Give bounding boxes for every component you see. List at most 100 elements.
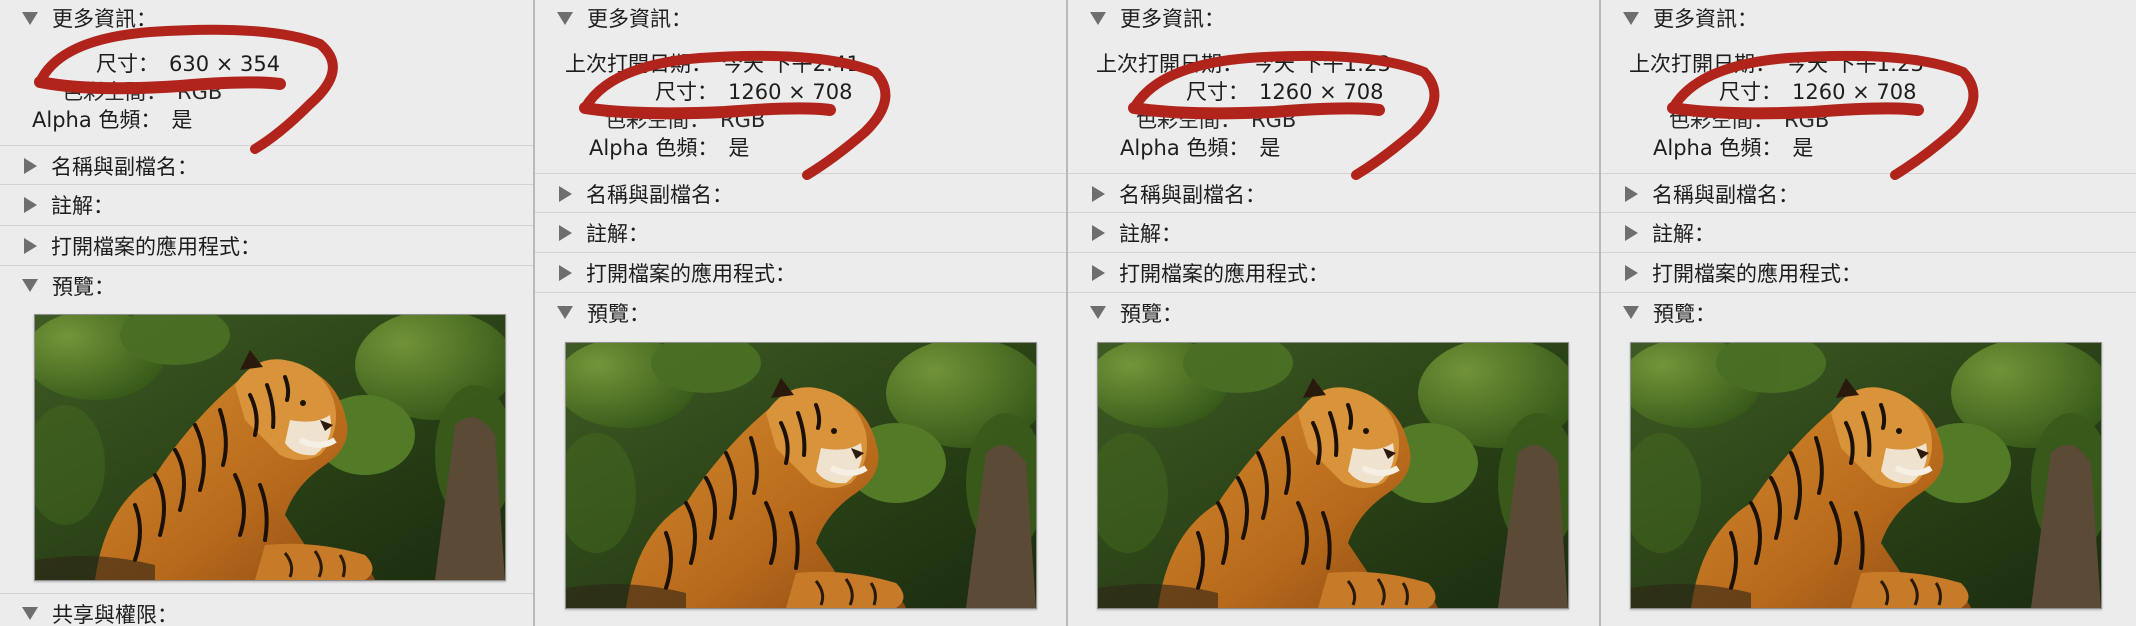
section-comments[interactable]: 註解： bbox=[1601, 212, 2136, 252]
alpha-value: 是 bbox=[1259, 136, 1281, 160]
last-opened-row: 上次打開日期： 今天 下午2:41 bbox=[565, 48, 860, 78]
dimensions-value: 1260 × 708 bbox=[728, 80, 853, 104]
alpha-row: Alpha 色頻： 是 bbox=[589, 132, 749, 162]
section-preview-label: 預覽： bbox=[1653, 301, 1716, 326]
disclosure-triangle-right-icon[interactable] bbox=[1625, 264, 1638, 281]
section-more-info[interactable]: 更多資訊： bbox=[0, 0, 534, 36]
section-open-with[interactable]: 打開檔案的應用程式： bbox=[1068, 252, 1600, 292]
disclosure-triangle-right-icon[interactable] bbox=[1625, 224, 1638, 241]
dimensions-key: 尺寸： bbox=[1719, 80, 1782, 104]
section-preview[interactable]: 預覽： bbox=[1601, 292, 2136, 332]
color-space-row: 色彩空間： RGB bbox=[1669, 104, 1829, 134]
disclosure-triangle-right-icon[interactable] bbox=[24, 237, 37, 254]
section-name-extension[interactable]: 名稱與副檔名： bbox=[535, 173, 1067, 213]
last-opened-row: 上次打開日期： 今天 下午1:23 bbox=[1629, 48, 1924, 78]
disclosure-triangle-down-icon[interactable] bbox=[1623, 11, 1639, 25]
disclosure-triangle-down-icon[interactable] bbox=[22, 279, 38, 292]
disclosure-triangle-right-icon[interactable] bbox=[1092, 224, 1105, 241]
last-opened-value: 今天 下午1:23 bbox=[1253, 52, 1391, 76]
color-space-row: 色彩空間： RGB bbox=[62, 76, 222, 106]
color-space-key: 色彩空間： bbox=[605, 108, 710, 132]
disclosure-triangle-right-icon[interactable] bbox=[1092, 264, 1105, 281]
disclosure-triangle-down-icon[interactable] bbox=[1090, 11, 1106, 25]
alpha-key: Alpha 色頻： bbox=[589, 136, 719, 160]
last-opened-value: 今天 下午2:41 bbox=[722, 52, 860, 76]
disclosure-triangle-down-icon[interactable] bbox=[1623, 306, 1639, 319]
section-preview[interactable]: 預覽： bbox=[0, 265, 534, 305]
section-name-extension[interactable]: 名稱與副檔名： bbox=[1068, 173, 1600, 213]
preview-image bbox=[1630, 342, 2102, 609]
dimensions-key: 尺寸： bbox=[655, 80, 718, 104]
last-opened-key: 上次打開日期： bbox=[1629, 52, 1776, 76]
color-space-key: 色彩空間： bbox=[62, 80, 167, 104]
section-open-with[interactable]: 打開檔案的應用程式： bbox=[535, 252, 1067, 292]
preview-image bbox=[34, 314, 506, 581]
section-more-info-label: 更多資訊： bbox=[1120, 7, 1225, 31]
dimensions-value: 1260 × 708 bbox=[1792, 80, 1917, 104]
last-opened-key: 上次打開日期： bbox=[1096, 52, 1243, 76]
info-panel-3: 更多資訊： 上次打開日期： 今天 下午1:23 尺寸： 1260 × 708 色彩空… bbox=[1068, 0, 1600, 626]
alpha-value: 是 bbox=[728, 136, 750, 160]
alpha-row: Alpha 色頻： 是 bbox=[32, 104, 192, 134]
dimensions-row: 尺寸： 1260 × 708 bbox=[1719, 76, 1916, 106]
section-open-with-label: 打開檔案的應用程式： bbox=[1652, 261, 1862, 286]
alpha-key: Alpha 色頻： bbox=[32, 108, 162, 132]
info-panel-2: 更多資訊： 上次打開日期： 今天 下午2:41 尺寸： 1260 × 708 色彩空… bbox=[535, 0, 1067, 626]
color-space-value: RGB bbox=[720, 108, 766, 132]
section-comments-label: 註解： bbox=[51, 193, 114, 218]
section-preview[interactable]: 預覽： bbox=[535, 292, 1067, 332]
alpha-row: Alpha 色頻： 是 bbox=[1120, 132, 1280, 162]
section-open-with-label: 打開檔案的應用程式： bbox=[51, 234, 261, 259]
preview-image bbox=[565, 342, 1037, 609]
section-sharing-permissions[interactable]: 共享與權限： bbox=[0, 593, 534, 626]
section-more-info[interactable]: 更多資訊： bbox=[535, 0, 1067, 36]
section-open-with[interactable]: 打開檔案的應用程式： bbox=[1601, 252, 2136, 292]
disclosure-triangle-down-icon[interactable] bbox=[22, 11, 38, 25]
section-more-info-label: 更多資訊： bbox=[1653, 7, 1758, 31]
disclosure-triangle-down-icon[interactable] bbox=[557, 306, 573, 319]
section-name-extension-label: 名稱與副檔名： bbox=[51, 154, 198, 179]
section-preview[interactable]: 預覽： bbox=[1068, 292, 1600, 332]
section-name-extension-label: 名稱與副檔名： bbox=[1652, 182, 1799, 207]
dimensions-value: 1260 × 708 bbox=[1259, 80, 1384, 104]
disclosure-triangle-down-icon[interactable] bbox=[22, 607, 38, 620]
alpha-value: 是 bbox=[171, 108, 193, 132]
section-comments[interactable]: 註解： bbox=[0, 184, 534, 224]
section-comments[interactable]: 註解： bbox=[535, 212, 1067, 252]
last-opened-value: 今天 下午1:23 bbox=[1786, 52, 1924, 76]
section-more-info-label: 更多資訊： bbox=[587, 7, 692, 31]
alpha-key: Alpha 色頻： bbox=[1653, 136, 1783, 160]
dimensions-row: 尺寸： 1260 × 708 bbox=[655, 76, 852, 106]
section-more-info-label: 更多資訊： bbox=[52, 7, 157, 31]
disclosure-triangle-right-icon[interactable] bbox=[1625, 185, 1638, 202]
disclosure-triangle-right-icon[interactable] bbox=[559, 264, 572, 281]
disclosure-triangle-right-icon[interactable] bbox=[559, 224, 572, 241]
finder-info-comparison-strip: 更多資訊： 尺寸： 630 × 354 色彩空間： RGB Alpha 色頻： 是 名… bbox=[0, 0, 2136, 626]
color-space-row: 色彩空間： RGB bbox=[605, 104, 765, 134]
section-comments-label: 註解： bbox=[586, 221, 649, 246]
section-open-with-label: 打開檔案的應用程式： bbox=[1119, 261, 1329, 286]
disclosure-triangle-right-icon[interactable] bbox=[24, 157, 37, 174]
disclosure-triangle-right-icon[interactable] bbox=[559, 185, 572, 202]
section-name-extension[interactable]: 名稱與副檔名： bbox=[1601, 173, 2136, 213]
last-opened-key: 上次打開日期： bbox=[565, 52, 712, 76]
disclosure-triangle-right-icon[interactable] bbox=[24, 196, 37, 213]
section-open-with[interactable]: 打開檔案的應用程式： bbox=[0, 225, 534, 265]
disclosure-triangle-down-icon[interactable] bbox=[1090, 306, 1106, 319]
color-space-value: RGB bbox=[1251, 108, 1297, 132]
alpha-key: Alpha 色頻： bbox=[1120, 136, 1250, 160]
color-space-value: RGB bbox=[1784, 108, 1830, 132]
section-more-info[interactable]: 更多資訊： bbox=[1601, 0, 2136, 36]
section-more-info[interactable]: 更多資訊： bbox=[1068, 0, 1600, 36]
alpha-value: 是 bbox=[1792, 136, 1814, 160]
disclosure-triangle-down-icon[interactable] bbox=[557, 11, 573, 25]
section-comments-label: 註解： bbox=[1119, 221, 1182, 246]
disclosure-triangle-right-icon[interactable] bbox=[1092, 185, 1105, 202]
section-comments[interactable]: 註解： bbox=[1068, 212, 1600, 252]
dimensions-row: 尺寸： 630 × 354 bbox=[96, 48, 280, 78]
section-name-extension-label: 名稱與副檔名： bbox=[1119, 182, 1266, 207]
color-space-key: 色彩空間： bbox=[1136, 108, 1241, 132]
section-name-extension[interactable]: 名稱與副檔名： bbox=[0, 145, 534, 185]
color-space-row: 色彩空間： RGB bbox=[1136, 104, 1296, 134]
last-opened-row: 上次打開日期： 今天 下午1:23 bbox=[1096, 48, 1391, 78]
